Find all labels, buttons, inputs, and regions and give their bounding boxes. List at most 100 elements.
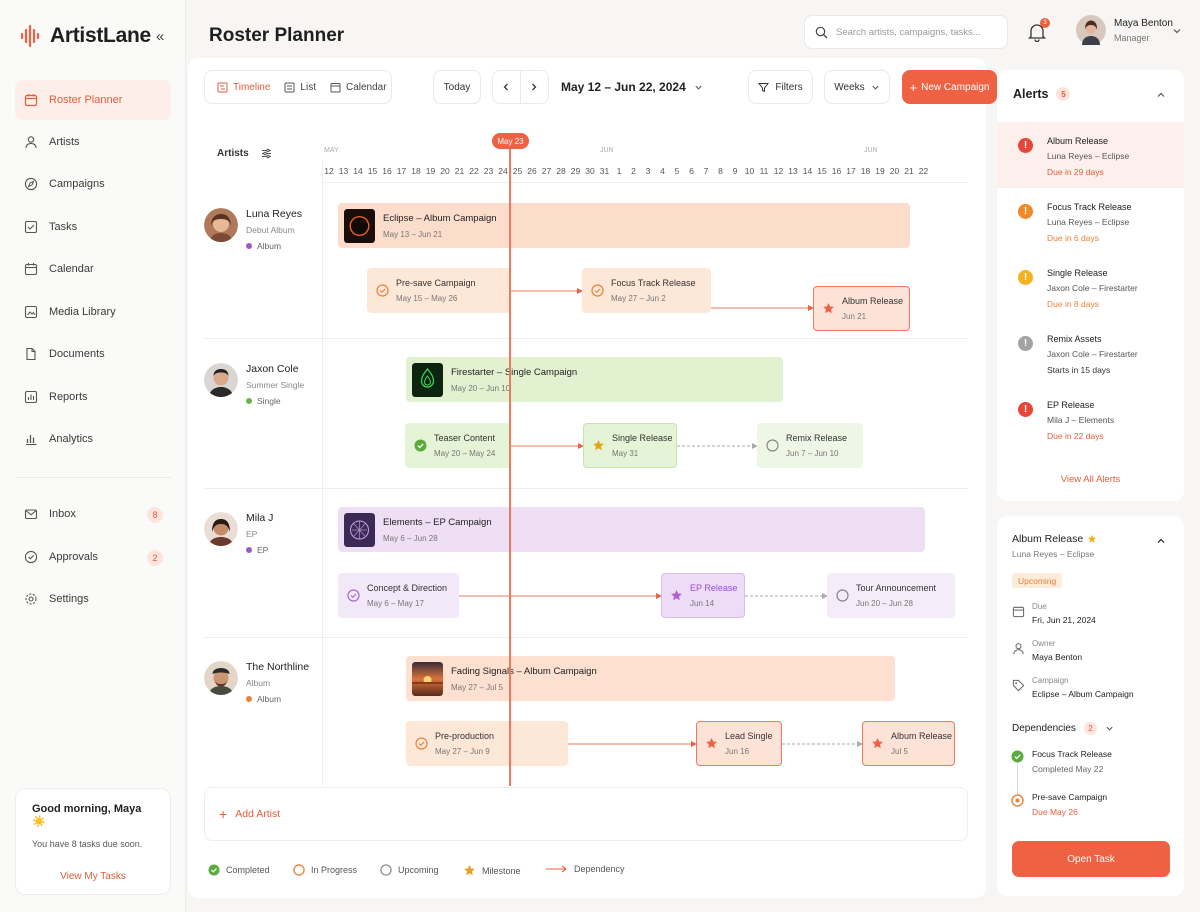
task-title: Pre-save Campaign [396,278,476,288]
owner-label: Owner [1032,639,1056,648]
user-icon [1013,643,1024,655]
alert-icon: ! [1018,402,1033,417]
task-title: EP Release [690,583,738,593]
campaign-dates: May 13 – Jun 21 [383,229,443,239]
milestone-album-release-northline[interactable]: Album Release Jul 5 [862,721,955,766]
star-icon [823,303,834,314]
artist-tag: Album [246,241,302,251]
task-title: Single Release [612,433,673,443]
alert-item[interactable]: ! EP Release Mila J – Elements Due in 22 da… [997,386,1184,452]
artist-tag: EP [246,545,273,555]
add-artist-button[interactable]: + Add Artist [204,787,968,841]
star-icon [464,865,475,876]
legend-label: Milestone [482,865,521,876]
calendar-icon [1012,606,1025,618]
campaign-dates: May 6 – Jun 28 [383,533,438,543]
task-dates: Jun 14 [690,599,715,608]
view-all-alerts-link[interactable]: View All Alerts [997,474,1184,485]
legend-label: Dependency [574,864,625,874]
campaign-bar-elements[interactable]: Elements – EP Campaign May 6 – Jun 28 [338,507,925,552]
campaign-bar-firestarter[interactable]: Firestarter – Single Campaign May 20 – Ju… [406,357,783,402]
task-focus-track-release[interactable]: Focus Track Release May 27 – Jun 2 [582,268,711,313]
plus-icon: + [219,806,228,822]
status-badge: Upcoming [1012,573,1063,588]
artist-info: Jaxon Cole Summer Single Single [246,363,304,406]
campaign-bar-eclipse[interactable]: Eclipse – Album Campaign May 13 – Jun 21 [338,203,910,248]
detail-campaign: Campaign Eclipse – Album Campaign [1032,676,1134,699]
today-marker-label: May 23 [492,133,529,149]
task-dates: May 27 – Jun 2 [611,294,666,303]
due-value: Fri, Jun 21, 2024 [1032,615,1096,625]
legend-in-progress: In Progress [293,864,357,876]
tag-dot [246,243,252,249]
tag-icon [1012,679,1025,692]
dependencies-count-badge: 2 [1083,722,1097,735]
task-remix-release[interactable]: Remix Release Jun 7 – Jun 10 [757,423,863,468]
chevron-up-icon[interactable] [1156,536,1166,546]
today-marker-line [509,140,511,786]
task-dates: Jun 21 [842,312,867,321]
alert-item[interactable]: ! Remix Assets Jaxon Cole – Firestarter Sta… [997,320,1184,386]
alerts-header: Alerts 5 [1013,87,1071,101]
dependency-connector [1017,763,1018,795]
artist-row-the-northline[interactable]: The Northline Album Album [204,661,309,704]
milestone-ep-release[interactable]: EP Release Jun 14 [661,573,745,618]
campaign-bar-fading-signals[interactable]: Fading Signals – Album Campaign May 27 – … [406,656,895,701]
milestone-single-release[interactable]: Single Release May 31 [583,423,677,468]
dependencies-header[interactable]: Dependencies 2 [1012,722,1114,735]
detail-due: Due Fri, Jun 21, 2024 [1032,602,1096,625]
alerts-title: Alerts [1013,87,1049,101]
milestone-lead-single[interactable]: Lead Single Jun 16 [696,721,782,766]
dependency-status: Due May 26 [1032,807,1078,817]
in-progress-icon [293,864,305,876]
tag-dot [246,398,252,404]
alert-subtitle: Luna Reyes – Eclipse [1047,217,1130,227]
completed-icon [208,864,220,876]
task-dates: May 31 [612,449,639,458]
task-dates: May 27 – Jun 9 [435,747,490,756]
alert-item[interactable]: ! Single Release Jaxon Cole – Firestarter D… [997,254,1184,320]
task-title: Album Release [891,731,953,741]
dependency-item[interactable]: Pre-save Campaign Due May 26 [1032,792,1107,817]
legend-label: Completed [226,865,270,875]
campaign-title: Eclipse – Album Campaign [383,212,497,224]
artist-tag: Single [246,396,304,406]
task-teaser-content[interactable]: Teaser Content May 20 – May 24 [405,423,511,468]
open-task-button[interactable]: Open Task [1012,841,1170,877]
artist-tag: Album [246,694,309,704]
task-pre-save-campaign[interactable]: Pre-save Campaign May 15 – May 26 [367,268,511,313]
task-tour-announcement[interactable]: Tour Announcement Jun 20 – Jun 28 [827,573,955,618]
task-concept-direction[interactable]: Concept & Direction May 6 – May 17 [338,573,459,618]
milestone-album-release-luna[interactable]: Album Release Jun 21 [813,286,910,331]
chevron-up-icon[interactable] [1156,90,1166,100]
avatar [204,661,238,695]
alert-due: Starts in 15 days [1047,365,1111,375]
detail-title-text: Album Release [1012,533,1084,545]
tag-label: Album [257,241,282,251]
alert-item[interactable]: ! Focus Track Release Luna Reyes – Eclipse… [997,188,1184,254]
tag-label: Album [257,694,282,704]
task-pre-production[interactable]: Pre-production May 27 – Jun 9 [406,721,568,766]
task-title: Focus Track Release [611,278,696,288]
task-title: Teaser Content [434,433,496,443]
firestarter-cover-art [412,362,443,397]
campaign-dates: May 20 – Jun 10 [451,383,511,393]
alert-title: Focus Track Release [1047,202,1132,212]
upcoming-icon [380,864,392,876]
artist-project: Debut Album [246,225,295,235]
dependency-item[interactable]: Focus Track Release Completed May 22 [1032,749,1112,774]
in-progress-icon [415,737,428,750]
legend-label: In Progress [311,865,358,875]
artist-info: Luna Reyes Debut Album Album [246,208,302,251]
arrow-right-icon [546,865,567,873]
dependency-status: Completed May 22 [1032,764,1104,774]
campaign-dates: May 27 – Jul 5 [451,682,504,692]
task-dates: Jul 5 [891,747,908,756]
avatar [204,512,238,546]
artist-row-jaxon-cole[interactable]: Jaxon Cole Summer Single Single [204,363,304,406]
artist-row-mila-j[interactable]: Mila J EP EP [204,512,273,555]
alert-subtitle: Jaxon Cole – Firestarter [1047,283,1138,293]
artist-row-luna-reyes[interactable]: Luna Reyes Debut Album Album [204,208,302,251]
campaign-value: Eclipse – Album Campaign [1032,689,1134,699]
alert-item[interactable]: ! Album Release Luna Reyes – Eclipse Due in… [997,122,1184,188]
